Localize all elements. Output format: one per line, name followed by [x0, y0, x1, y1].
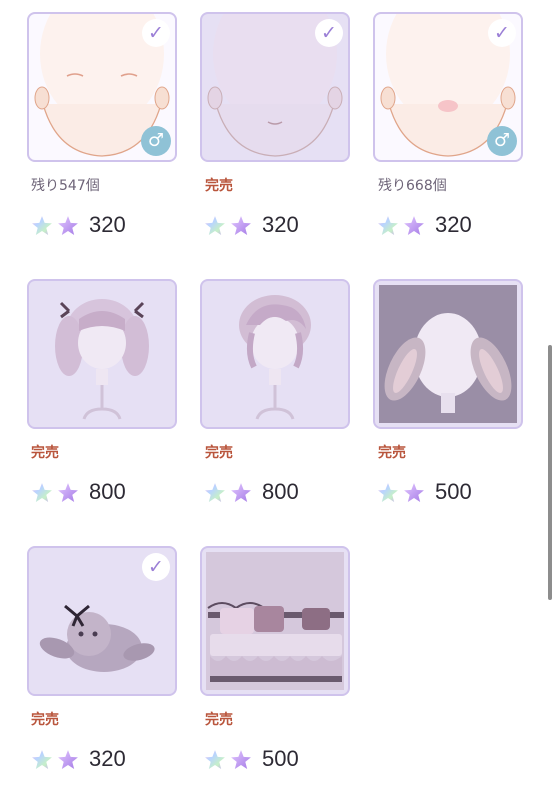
price-row: 800 — [31, 477, 126, 507]
star-gem-currency-icon — [205, 216, 251, 236]
owned-check-icon: ✓ — [142, 553, 170, 581]
item-card-face-pale-mouth[interactable]: ✓ — [200, 12, 350, 162]
owned-check-icon: ✓ — [488, 19, 516, 47]
item-price: 320 — [89, 212, 126, 237]
price-row: 500 — [377, 477, 472, 507]
item-price: 500 — [435, 479, 472, 504]
price-row: 500 — [204, 744, 299, 774]
bunny-ears-image — [379, 285, 517, 423]
hair-messy-short-image — [239, 295, 311, 420]
male-gender-icon: ♂ — [141, 126, 171, 156]
price-row: 800 — [204, 477, 299, 507]
price-row: 320 — [204, 210, 299, 240]
item-card-hair-twintail-curls[interactable] — [27, 279, 177, 429]
item-card-bunny-ears-hood[interactable] — [373, 279, 523, 429]
owned-check-icon: ✓ — [315, 19, 343, 47]
star-gem-currency-icon — [32, 483, 78, 503]
star-gem-currency-icon — [205, 483, 251, 503]
item-card-face-blush[interactable]: ✓ ♂ — [373, 12, 523, 162]
item-status: 完売 — [205, 178, 233, 194]
price-row: 320 — [31, 210, 126, 240]
item-price: 320 — [262, 212, 299, 237]
star-gem-currency-icon — [32, 750, 78, 770]
item-card-hair-messy-short[interactable] — [200, 279, 350, 429]
male-gender-icon: ♂ — [487, 126, 517, 156]
item-status: 完売 — [378, 445, 406, 461]
hair-twintail-image — [55, 299, 149, 420]
item-price: 800 — [262, 479, 299, 504]
star-gem-currency-icon — [205, 750, 251, 770]
item-price: 320 — [435, 212, 472, 237]
star-gem-currency-icon — [32, 216, 78, 236]
scrollbar[interactable] — [548, 345, 552, 600]
item-price: 800 — [89, 479, 126, 504]
item-card-face-closed-eyes[interactable]: ✓ ♂ — [27, 12, 177, 162]
item-status: 完売 — [205, 712, 233, 728]
price-row: 320 — [377, 210, 472, 240]
frilly-bed-image — [206, 552, 344, 690]
owned-check-icon: ✓ — [142, 19, 170, 47]
star-gem-currency-icon — [378, 216, 424, 236]
item-card-bunny-plush[interactable]: ✓ — [27, 546, 177, 696]
item-price: 320 — [89, 746, 126, 771]
item-status: 完売 — [31, 712, 59, 728]
item-card-frilly-bed[interactable] — [200, 546, 350, 696]
item-status: 残り547個 — [31, 178, 100, 194]
item-status: 完売 — [205, 445, 233, 461]
item-price: 500 — [262, 746, 299, 771]
item-status: 完売 — [31, 445, 59, 461]
price-row: 320 — [31, 744, 126, 774]
item-status: 残り668個 — [378, 178, 447, 194]
star-gem-currency-icon — [378, 483, 424, 503]
